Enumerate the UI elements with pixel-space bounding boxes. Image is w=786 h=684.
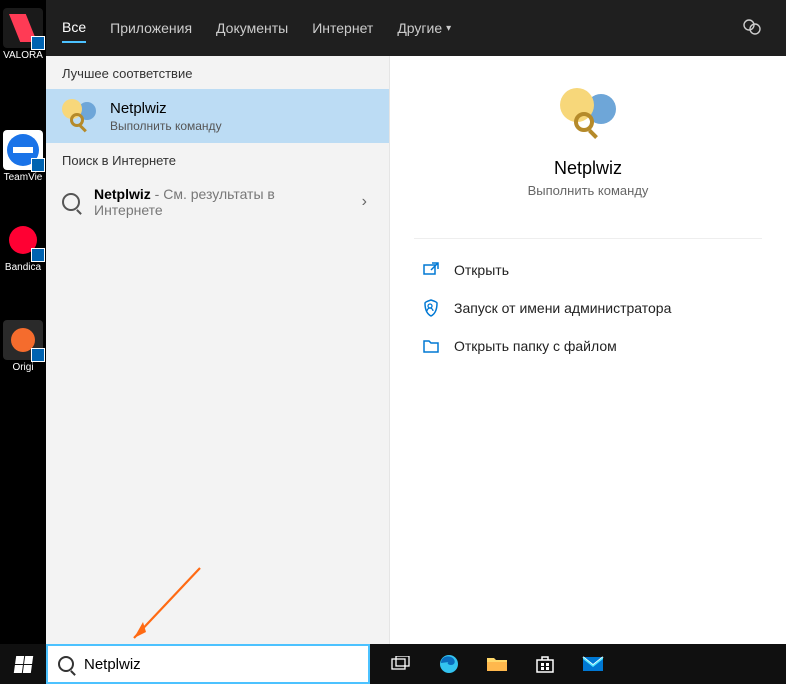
open-icon [422, 261, 440, 279]
tab-apps[interactable]: Приложения [110, 14, 192, 42]
desktop-icon-origin[interactable]: Origi [2, 320, 44, 373]
shield-icon [422, 299, 440, 317]
search-icon [62, 193, 80, 211]
microsoft-store-icon[interactable] [524, 644, 566, 684]
chevron-down-icon: ▾ [446, 23, 451, 34]
search-input[interactable] [84, 656, 358, 673]
tab-all[interactable]: Все [62, 13, 86, 43]
chevron-right-icon[interactable]: › [356, 193, 373, 211]
windows-icon [13, 656, 32, 673]
feedback-icon[interactable] [742, 18, 762, 41]
action-open-file-location[interactable]: Открыть папку с файлом [390, 327, 786, 365]
web-search-result[interactable]: Netplwiz - См. результаты в Интернете › [46, 176, 389, 228]
task-view-button[interactable] [380, 644, 422, 684]
desktop-icon-teamviewer[interactable]: TeamVie [2, 130, 44, 183]
preview-subtitle: Выполнить команду [390, 183, 786, 198]
section-best-match: Лучшее соответствие [46, 56, 389, 89]
edge-icon[interactable] [428, 644, 470, 684]
desktop: VALORA TeamVie Bandica Origi [0, 0, 46, 644]
preview-pane: Netplwiz Выполнить команду Открыть Запус… [389, 56, 786, 644]
mail-icon[interactable] [572, 644, 614, 684]
preview-title: Netplwiz [390, 158, 786, 179]
netplwiz-icon [560, 88, 616, 144]
search-panel: Все Приложения Документы Интернет Другие… [46, 0, 786, 644]
desktop-icon-valorant[interactable]: VALORA [2, 8, 44, 61]
tab-internet[interactable]: Интернет [312, 14, 373, 42]
folder-icon [422, 337, 440, 355]
divider [414, 238, 762, 239]
result-subtitle: Выполнить команду [110, 119, 222, 133]
web-query: Netplwiz [94, 186, 151, 202]
action-run-as-admin[interactable]: Запуск от имени администратора [390, 289, 786, 327]
section-web: Поиск в Интернете [46, 143, 389, 176]
file-explorer-icon[interactable] [476, 644, 518, 684]
taskbar-running-apps [380, 644, 614, 684]
action-open[interactable]: Открыть [390, 251, 786, 289]
preview-header: Netplwiz Выполнить команду [390, 88, 786, 198]
search-icon [58, 656, 74, 672]
taskbar-search-box[interactable] [46, 644, 370, 684]
search-scope-tabs: Все Приложения Документы Интернет Другие… [46, 0, 786, 56]
netplwiz-icon [62, 99, 96, 133]
result-title: Netplwiz [110, 100, 222, 117]
taskbar [0, 644, 786, 684]
search-content: Лучшее соответствие Netplwiz Выполнить к… [46, 56, 786, 644]
tab-more[interactable]: Другие ▾ [397, 14, 451, 42]
tab-documents[interactable]: Документы [216, 14, 288, 42]
desktop-icon-bandicam[interactable]: Bandica [2, 220, 44, 273]
start-button[interactable] [0, 644, 46, 684]
results-list: Лучшее соответствие Netplwiz Выполнить к… [46, 56, 389, 644]
best-match-result[interactable]: Netplwiz Выполнить команду [46, 89, 389, 143]
